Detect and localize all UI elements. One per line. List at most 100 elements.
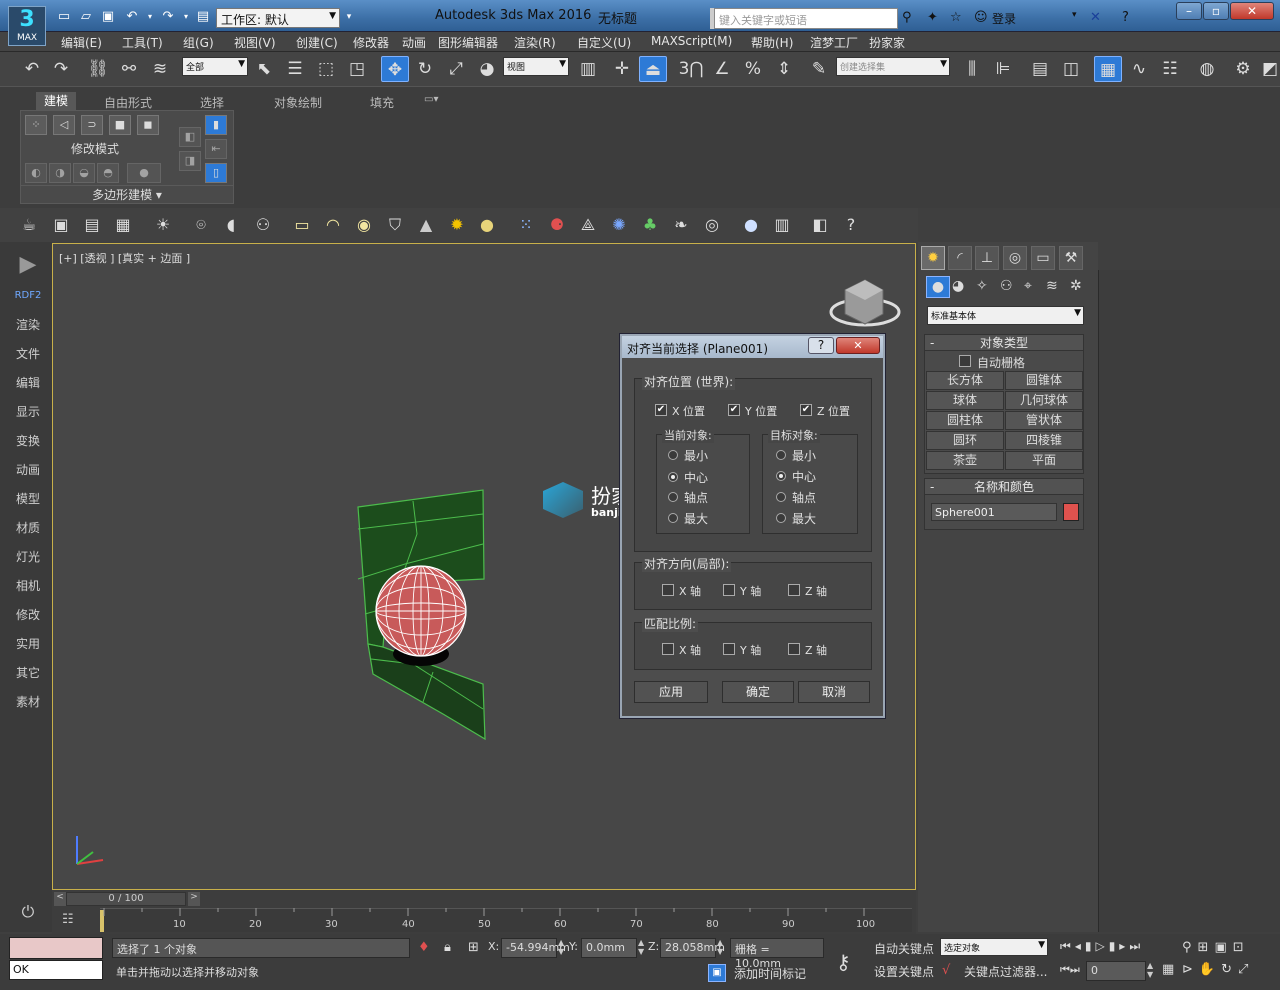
edit-named-selection-icon[interactable]: ✎ bbox=[805, 56, 833, 82]
left-item-edit[interactable]: 编辑 bbox=[8, 374, 48, 391]
next-frame-arrow-icon[interactable]: > bbox=[188, 892, 200, 906]
menu-create[interactable]: 创建(C) bbox=[296, 34, 338, 51]
menu-xuanmeng[interactable]: 渲梦工厂 bbox=[810, 34, 858, 51]
help-icon[interactable]: ? bbox=[1122, 10, 1129, 25]
left-item-display[interactable]: 显示 bbox=[8, 403, 48, 420]
scale-y-checkbox[interactable] bbox=[723, 643, 735, 655]
link-icon[interactable]: ⛓ bbox=[84, 56, 112, 82]
next-key-icon[interactable]: ▮▸ bbox=[1109, 939, 1130, 953]
material-sphere-icon[interactable]: ● bbox=[738, 213, 764, 237]
layers-toolbar-icon[interactable]: ◫ bbox=[1057, 56, 1085, 82]
utilities-tab-icon[interactable]: ⚒ bbox=[1059, 246, 1083, 270]
geosphere-button[interactable]: 几何球体 bbox=[1005, 391, 1083, 410]
app-logo[interactable]: 3 MAX bbox=[8, 6, 46, 46]
subscription-icon[interactable]: ✦ bbox=[927, 10, 938, 25]
target-min-radio[interactable] bbox=[776, 450, 786, 460]
mesh-light-icon[interactable]: ⛉ bbox=[382, 213, 408, 237]
pyramid-button[interactable]: 四棱锥 bbox=[1005, 431, 1083, 450]
scene-explorer-icon[interactable]: ▦ bbox=[1094, 56, 1122, 82]
select-by-name-icon[interactable]: ☰ bbox=[281, 56, 309, 82]
dialog-help-button[interactable]: ? bbox=[808, 337, 834, 354]
z-position-checkbox[interactable]: ✔ bbox=[800, 404, 812, 416]
named-selection-dropdown[interactable]: 创建选择集 ▼ bbox=[836, 57, 950, 76]
create-tab-icon[interactable]: ✹ bbox=[921, 246, 945, 270]
y-position-checkbox[interactable]: ✔ bbox=[728, 404, 740, 416]
current-max-radio[interactable] bbox=[668, 513, 678, 523]
scale-z-checkbox[interactable] bbox=[788, 643, 800, 655]
autogrid-checkbox[interactable] bbox=[959, 355, 971, 367]
vray-plane-icon[interactable]: ⟁ bbox=[575, 213, 601, 237]
curve-editor-icon[interactable]: ∿ bbox=[1125, 56, 1153, 82]
left-item-assets[interactable]: 素材 bbox=[8, 693, 48, 710]
sphere-button[interactable]: 球体 bbox=[926, 391, 1004, 410]
cone-button[interactable]: 圆锥体 bbox=[1005, 371, 1083, 390]
maximize-viewport-icon[interactable]: ⤢ bbox=[1238, 962, 1254, 977]
show-result-icon[interactable]: ▯ bbox=[205, 163, 227, 183]
menu-tools[interactable]: 工具(T) bbox=[122, 34, 163, 51]
schematic-view-icon[interactable]: ☷ bbox=[1156, 56, 1184, 82]
target-center-radio[interactable] bbox=[776, 471, 786, 481]
pan-icon[interactable]: ✋ bbox=[1199, 962, 1221, 977]
scale-x-checkbox[interactable] bbox=[662, 643, 674, 655]
left-item-material[interactable]: 材质 bbox=[8, 519, 48, 536]
current-pivot-radio[interactable] bbox=[668, 492, 678, 502]
prev-key-icon[interactable]: ◂▮ bbox=[1075, 939, 1096, 953]
edge-icon[interactable]: ◁ bbox=[53, 115, 75, 135]
left-item-camera[interactable]: 相机 bbox=[8, 577, 48, 594]
frame-buffer-icon[interactable]: ▥ bbox=[769, 213, 795, 237]
login-link[interactable]: 登录 bbox=[992, 10, 1016, 27]
undo-icon[interactable]: ↶ bbox=[18, 56, 46, 82]
polygon-icon[interactable]: ■ bbox=[109, 115, 131, 135]
object-color-swatch[interactable] bbox=[1063, 503, 1079, 521]
cylinder-button[interactable]: 圆柱体 bbox=[926, 411, 1004, 430]
left-item-transform[interactable]: 变换 bbox=[8, 432, 48, 449]
teapot-icon[interactable]: ☕ bbox=[16, 213, 42, 237]
maxscript-mini-listener[interactable]: OK bbox=[9, 960, 103, 980]
isolate-icon[interactable]: ♦ bbox=[418, 940, 430, 955]
workspace-dropdown[interactable]: 工作区: 默认 ▼ bbox=[216, 8, 340, 28]
time-config-icon[interactable]: ▦ bbox=[1162, 962, 1174, 977]
current-frame-field[interactable]: 0 bbox=[1086, 961, 1146, 981]
torus-button[interactable]: 圆环 bbox=[926, 431, 1004, 450]
reference-coord-dropdown[interactable]: 视图 ▼ bbox=[503, 57, 569, 76]
element-icon[interactable]: ◼ bbox=[137, 115, 159, 135]
mirror-icon[interactable]: ⫼ bbox=[958, 56, 986, 82]
grass-icon[interactable]: ♣ bbox=[637, 213, 663, 237]
menu-edit[interactable]: 编辑(E) bbox=[61, 34, 102, 51]
orbit-icon[interactable]: ↻ bbox=[1221, 962, 1238, 977]
angle-snap-icon[interactable]: ∠ bbox=[708, 56, 736, 82]
bind-space-warp-icon[interactable]: ≋ bbox=[146, 56, 174, 82]
vertex-icon[interactable]: ⁘ bbox=[25, 115, 47, 135]
frame-spinner-icon[interactable]: ▲ ▼ bbox=[1147, 961, 1153, 979]
key-selection-dropdown[interactable]: 选定对象 ▼ bbox=[940, 938, 1048, 956]
tab-freeform[interactable]: 自由形式 bbox=[104, 94, 152, 111]
align-icon[interactable]: ⊫ bbox=[989, 56, 1017, 82]
add-time-tag-label[interactable]: 添加时间标记 bbox=[734, 965, 806, 982]
plane-light-icon[interactable]: ▭ bbox=[289, 213, 315, 237]
left-item-light[interactable]: 灯光 bbox=[8, 548, 48, 565]
menu-maxscript[interactable]: MAXScript(M) bbox=[651, 34, 732, 48]
zoom-all-icon[interactable]: ⊞ bbox=[1198, 940, 1215, 955]
rect-selection-icon[interactable]: ⬚ bbox=[312, 56, 340, 82]
list-icon[interactable]: ▤ bbox=[79, 213, 105, 237]
redo-icon[interactable]: ↷ bbox=[160, 9, 176, 25]
zoom-icon[interactable]: ⚲ bbox=[1182, 940, 1198, 955]
render-frame-icon[interactable]: ◩ bbox=[1256, 56, 1280, 82]
ok-button[interactable]: 确定 bbox=[722, 681, 794, 703]
unlink-icon[interactable]: ⚯ bbox=[115, 56, 143, 82]
zoom-extents-all-icon[interactable]: ⊡ bbox=[1233, 940, 1250, 955]
search-input[interactable]: 键入关键字或短语 bbox=[714, 8, 898, 29]
maximize-button[interactable]: ▫ bbox=[1203, 2, 1229, 20]
left-item-other[interactable]: 其它 bbox=[8, 664, 48, 681]
time-tag-icon[interactable]: ▣ bbox=[708, 964, 726, 982]
menu-views[interactable]: 视图(V) bbox=[234, 34, 276, 51]
key-filters-button[interactable]: 关键点过滤器... bbox=[964, 963, 1047, 980]
speaker-icon[interactable]: ◖ bbox=[218, 213, 244, 237]
project-folder-icon[interactable]: ▤ bbox=[195, 9, 211, 25]
left-item-render[interactable]: 渲染 bbox=[8, 316, 48, 333]
x-position-checkbox[interactable]: ✔ bbox=[655, 404, 667, 416]
tube-button[interactable]: 管状体 bbox=[1005, 411, 1083, 430]
geometry-icon[interactable]: ● bbox=[926, 276, 950, 298]
minimize-button[interactable]: – bbox=[1176, 2, 1202, 20]
select-object-icon[interactable]: ⬉ bbox=[250, 56, 278, 82]
